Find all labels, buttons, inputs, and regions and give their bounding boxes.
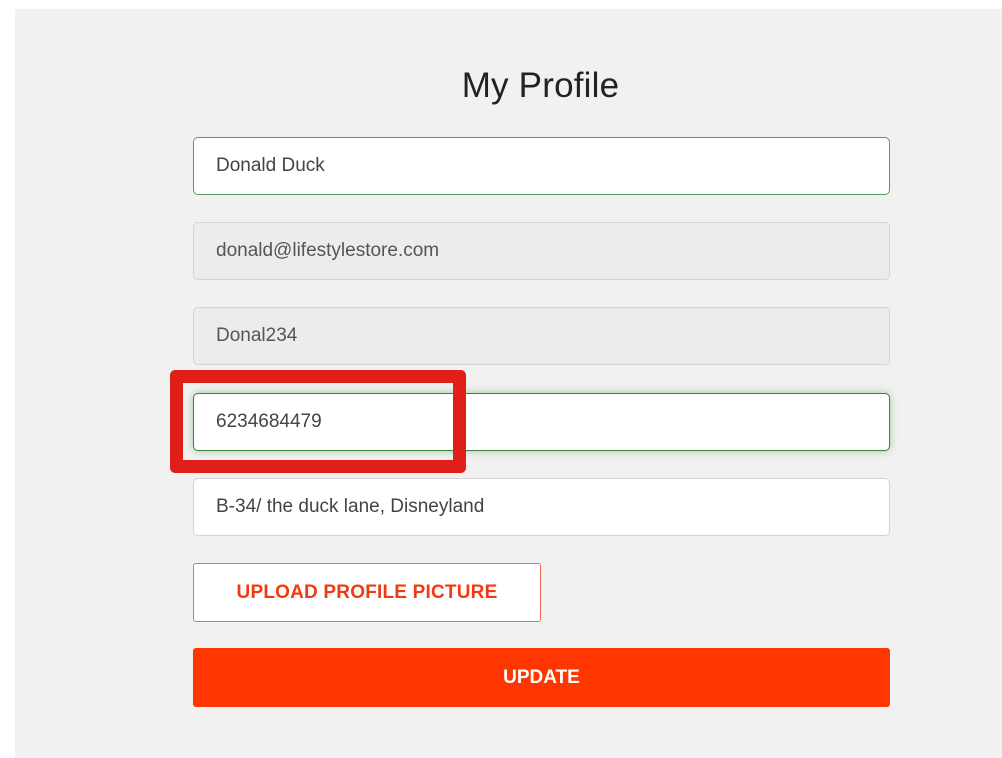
address-field[interactable]: B-34/ the duck lane, Disneyland: [193, 478, 890, 536]
name-field[interactable]: Donald Duck: [193, 137, 890, 195]
email-field[interactable]: donald@lifestylestore.com: [193, 222, 890, 280]
page-title: My Profile: [461, 66, 620, 105]
username-field[interactable]: Donal234: [193, 307, 890, 365]
upload-profile-picture-button[interactable]: UPLOAD PROFILE PICTURE: [193, 563, 541, 622]
phone-field[interactable]: 6234684479: [193, 393, 890, 451]
update-button[interactable]: UPDATE: [193, 648, 890, 707]
profile-panel: [15, 9, 1002, 758]
